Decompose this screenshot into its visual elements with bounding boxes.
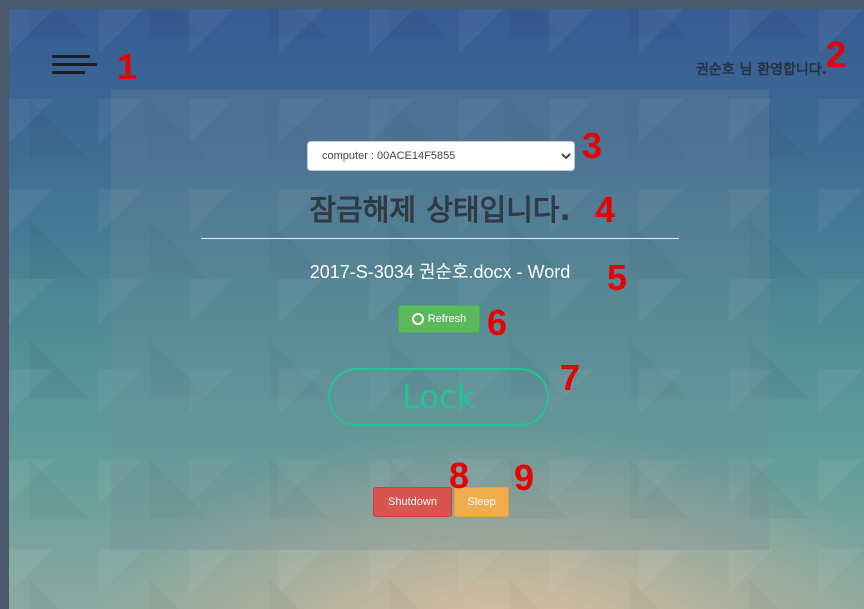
lock-status-title: 잠금해제 상태입니다. bbox=[309, 193, 571, 227]
active-window-title: 2017-S-3034 권순호.docx - Word bbox=[309, 262, 571, 282]
shutdown-button[interactable]: Shutdown bbox=[373, 487, 452, 517]
annotation-number-8: 8 bbox=[449, 455, 470, 496]
annotation-number-9: 9 bbox=[514, 457, 535, 498]
app-background: 권순호 님 환영합니다. computer : 00ACE14F5855 잠금해… bbox=[9, 9, 864, 609]
menu-bar-line bbox=[52, 63, 97, 66]
annotation-number-6: 6 bbox=[487, 302, 508, 343]
refresh-label: Refresh bbox=[427, 313, 467, 325]
welcome-message: 권순호 님 환영합니다. bbox=[696, 62, 827, 78]
annotation-number-1: 1 bbox=[117, 46, 138, 87]
hamburger-menu-icon[interactable] bbox=[52, 53, 100, 79]
computer-select[interactable]: computer : 00ACE14F5855 bbox=[307, 141, 575, 171]
annotation-number-4: 4 bbox=[595, 189, 616, 230]
refresh-icon bbox=[411, 313, 424, 325]
annotation-number-7: 7 bbox=[560, 357, 581, 398]
annotation-number-3: 3 bbox=[582, 125, 603, 166]
menu-bar-line bbox=[52, 71, 85, 74]
annotation-number-2: 2 bbox=[826, 34, 847, 75]
lock-button[interactable]: Lock bbox=[328, 368, 549, 426]
menu-bar-line bbox=[52, 55, 90, 58]
control-panel: computer : 00ACE14F5855 잠금해제 상태입니다. 2017… bbox=[111, 90, 769, 550]
annotation-number-5: 5 bbox=[607, 257, 628, 298]
divider bbox=[201, 238, 679, 239]
refresh-button[interactable]: Refresh bbox=[398, 305, 480, 333]
